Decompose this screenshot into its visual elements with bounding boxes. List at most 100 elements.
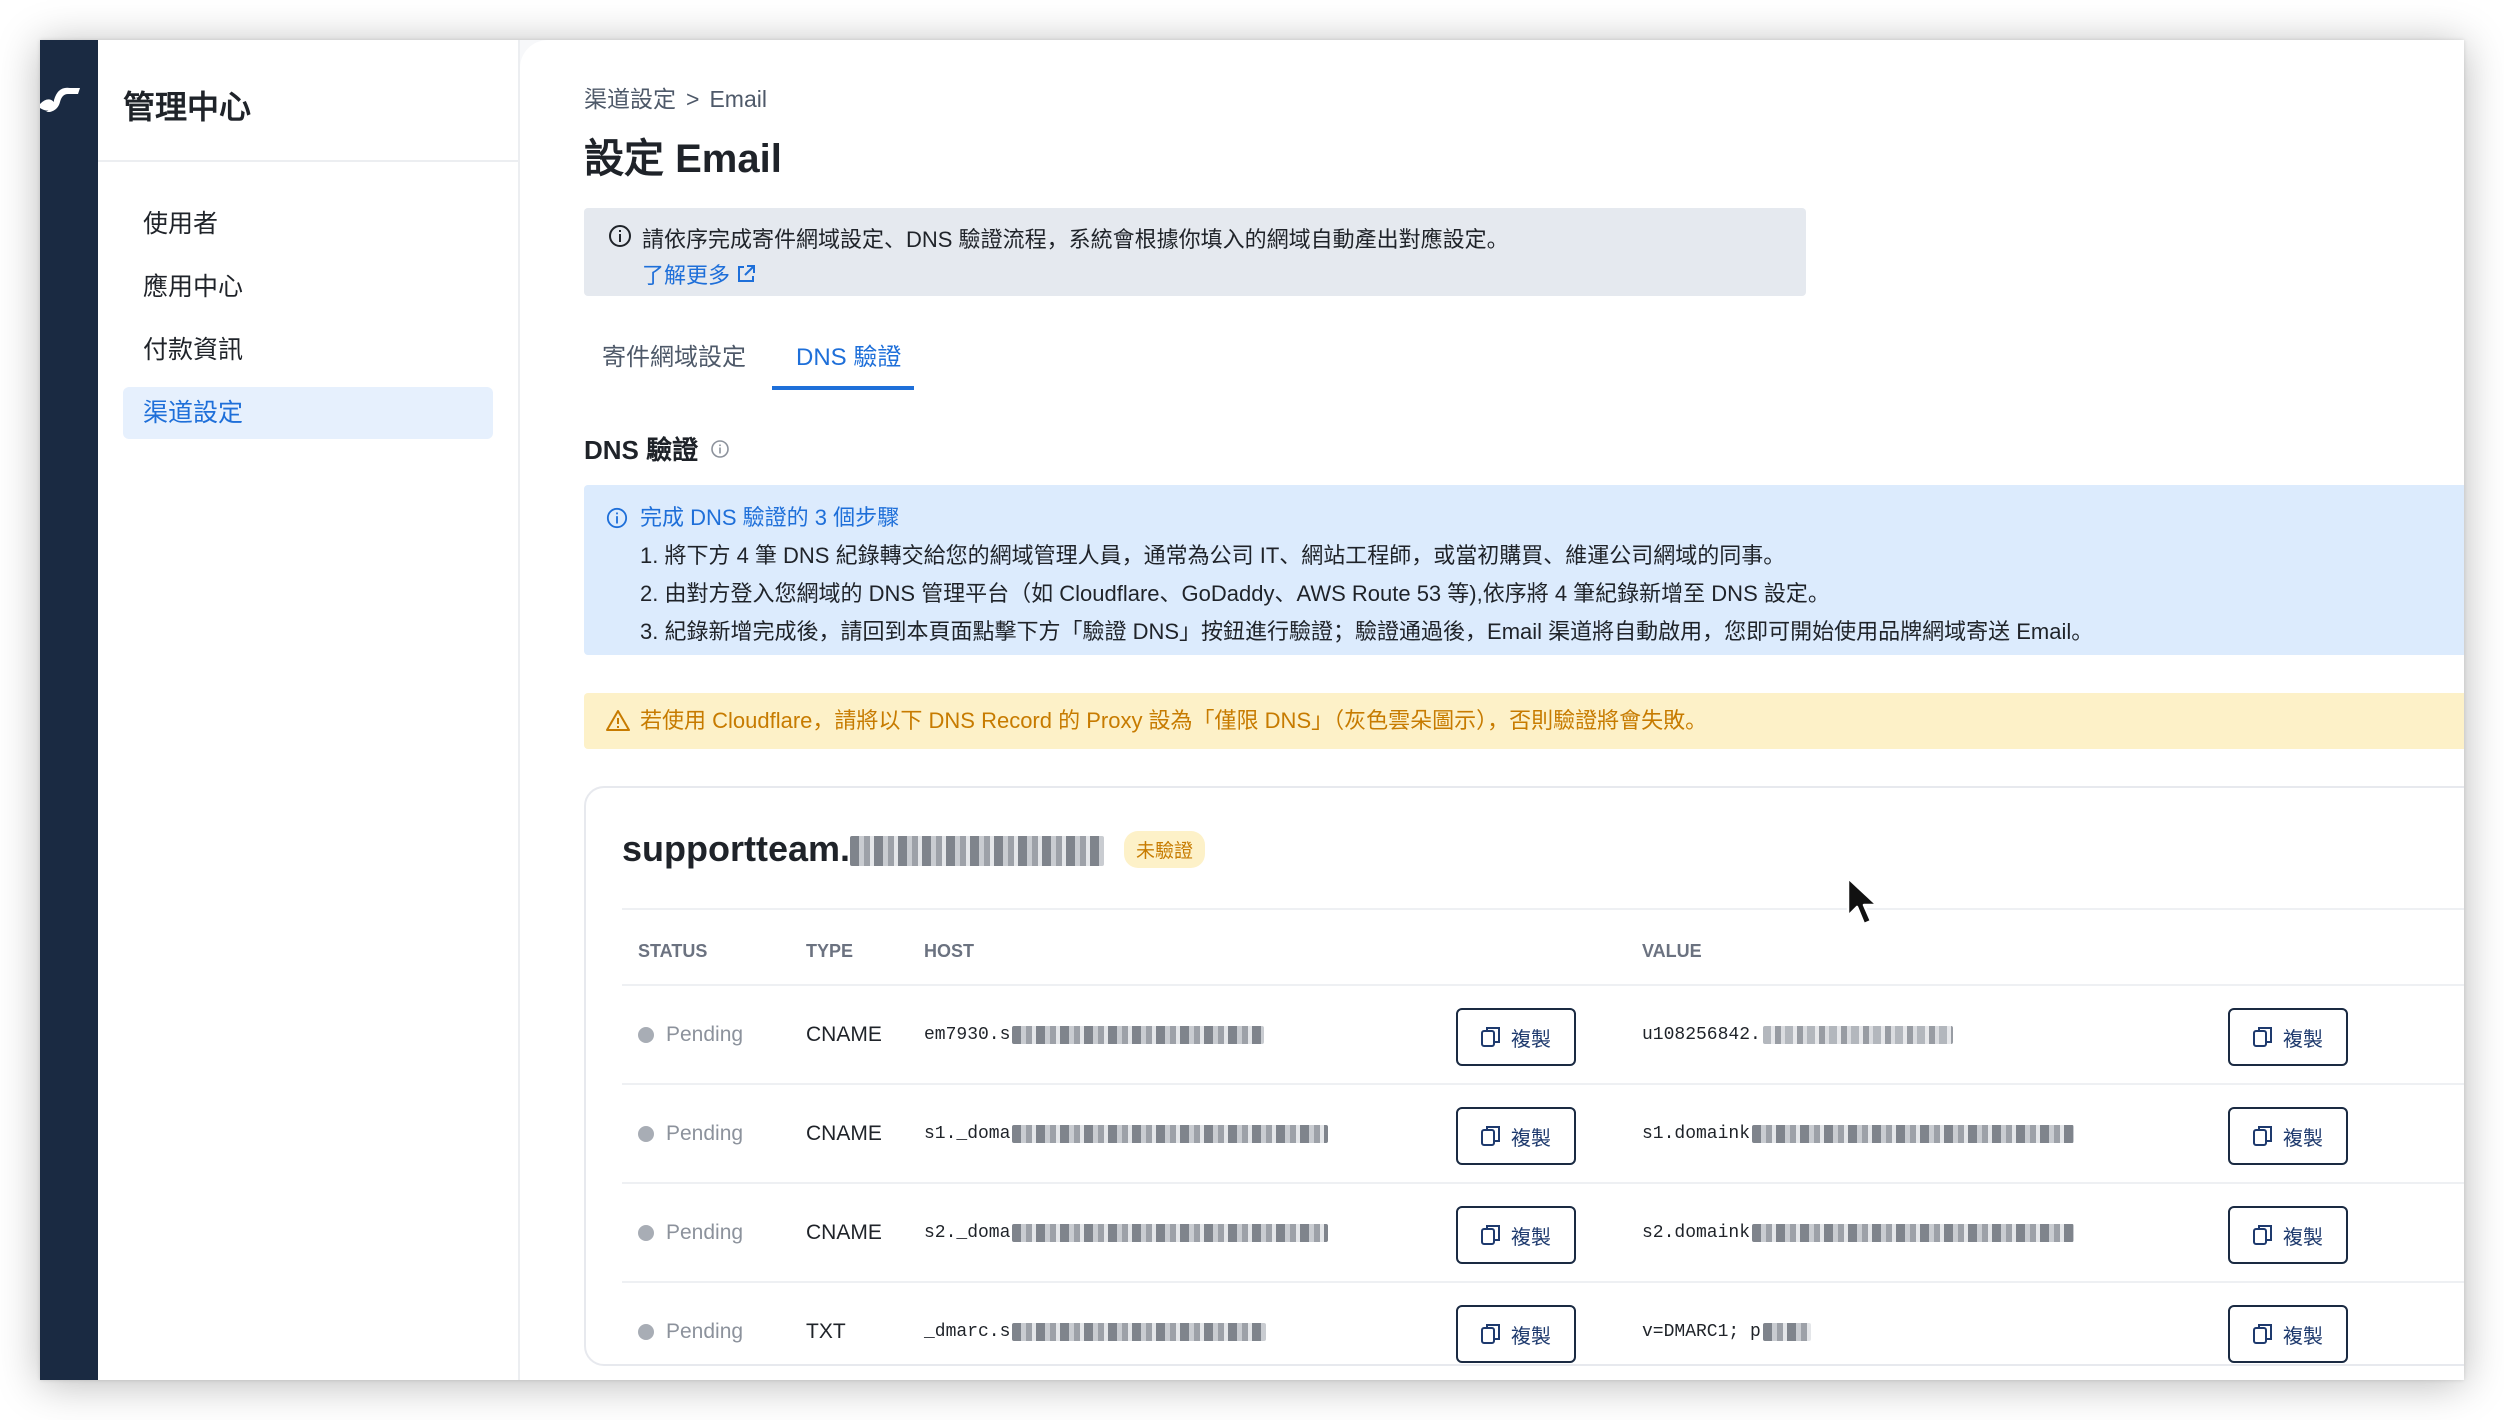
copy-icon: [1481, 1225, 1500, 1245]
copy-icon: [2253, 1324, 2272, 1344]
learn-more-link[interactable]: 了解更多: [642, 258, 756, 290]
mouse-cursor-icon: [1846, 876, 1879, 926]
domain-prefix: supportteam.: [622, 828, 851, 869]
host-cell: _dmarc.s: [924, 1283, 1267, 1380]
card-divider: [622, 908, 2464, 910]
copy-host-button[interactable]: 複製: [1456, 1008, 1576, 1066]
status-badge: 未驗證: [1124, 830, 1206, 868]
copy-value-button[interactable]: 複製: [2228, 1107, 2348, 1165]
section-title: DNS 驗證: [584, 430, 730, 467]
status-text: Pending: [666, 1220, 744, 1244]
table-row: Pending CNAME s1._doma 複製 s1.domaink 複製: [622, 1085, 2464, 1184]
sidebar-item-app-center[interactable]: 應用中心: [123, 261, 493, 313]
status-cell: Pending: [638, 1085, 743, 1182]
copy-label: 複製: [2283, 1028, 2323, 1051]
copy-icon: [2253, 1225, 2272, 1245]
copy-value-button[interactable]: 複製: [2228, 1206, 2348, 1264]
copy-host-button[interactable]: 複製: [1456, 1305, 1576, 1363]
type-cell: CNAME: [806, 1121, 882, 1145]
column-host: HOST: [924, 940, 975, 961]
sidebar-item-users[interactable]: 使用者: [123, 198, 493, 250]
info-banner: 請依序完成寄件網域設定、DNS 驗證流程，系統會根據你填入的網域自動產出對應設定…: [584, 208, 1806, 296]
redacted-host: [1012, 1322, 1267, 1341]
tab-bar: 寄件網域設定 DNS 驗證: [584, 336, 984, 396]
copy-label: 複製: [1511, 1028, 1551, 1051]
redacted-value: [1762, 1025, 1953, 1044]
redacted-host: [1012, 1025, 1265, 1044]
pending-dot-icon: [638, 1125, 654, 1142]
copy-icon: [2253, 1027, 2272, 1047]
value-text: u108256842.: [1642, 1024, 1761, 1045]
table-row: Pending CNAME s2._doma 複製 s2.domaink 複製: [622, 1184, 2464, 1283]
info-icon: [609, 225, 631, 247]
help-icon[interactable]: [710, 439, 730, 459]
info-banner-text: 請依序完成寄件網域設定、DNS 驗證流程，系統會根據你填入的網域自動產出對應設定…: [642, 227, 1509, 252]
value-cell: s1.domaink: [1642, 1085, 2075, 1182]
status-text: Pending: [666, 1022, 744, 1046]
status-cell: Pending: [638, 986, 743, 1083]
copy-icon: [1481, 1324, 1500, 1344]
value-text: s2.domaink: [1642, 1222, 1751, 1243]
host-text: em7930.s: [924, 1024, 1011, 1045]
active-tab-indicator: [772, 386, 914, 390]
table-row: Pending CNAME em7930.s 複製 u108256842. 複製: [622, 986, 2464, 1085]
sidebar-item-channel-settings[interactable]: 渠道設定: [123, 387, 493, 439]
info-icon: [606, 507, 628, 529]
value-cell: s2.domaink: [1642, 1184, 2075, 1281]
section-title-text: DNS 驗證: [584, 435, 699, 465]
main-content: 渠道設定 > Email 設定 Email 請依序完成寄件網域設定、DNS 驗證流程…: [520, 40, 2464, 1380]
status-text: Pending: [666, 1121, 744, 1145]
tab-sender-domain[interactable]: 寄件網域設定: [602, 336, 746, 392]
status-text: Pending: [666, 1319, 744, 1343]
copy-value-button[interactable]: 複製: [2228, 1008, 2348, 1066]
status-cell: Pending: [638, 1283, 743, 1380]
page-title: 設定 Email: [584, 137, 782, 181]
breadcrumb-current: Email: [709, 86, 767, 112]
redacted-value: [1762, 1322, 1811, 1341]
tab-dns-verification[interactable]: DNS 驗證: [796, 336, 901, 392]
copy-value-button[interactable]: 複製: [2228, 1305, 2348, 1363]
copy-label: 複製: [2283, 1127, 2323, 1150]
value-cell: u108256842.: [1642, 986, 1953, 1083]
sidebar-title: 管理中心: [123, 89, 252, 125]
copy-icon: [1481, 1126, 1500, 1146]
sidebar-item-billing[interactable]: 付款資訊: [123, 324, 493, 376]
copy-icon: [1481, 1027, 1500, 1047]
host-cell: s1._doma: [924, 1085, 1329, 1182]
sidebar-nav: 使用者 應用中心 付款資訊 渠道設定: [123, 198, 493, 450]
redacted-host: [1012, 1124, 1329, 1143]
learn-more-label: 了解更多: [642, 263, 731, 288]
cloudflare-warning: 若使用 Cloudflare，請將以下 DNS Record 的 Proxy 設…: [584, 693, 2464, 749]
sidebar-divider: [98, 160, 518, 162]
redacted-value: [1752, 1223, 2075, 1242]
value-cell: v=DMARC1; p: [1642, 1283, 1811, 1380]
domain-header: supportteam. 未驗證: [622, 828, 1206, 870]
pending-dot-icon: [638, 1224, 654, 1241]
column-value: VALUE: [1642, 940, 1702, 961]
copy-host-button[interactable]: 複製: [1456, 1107, 1576, 1165]
domain-name: supportteam.: [622, 828, 1105, 870]
host-cell: em7930.s: [924, 986, 1265, 1083]
column-type: TYPE: [806, 940, 854, 961]
dns-steps-panel: 完成 DNS 驗證的 3 個步驟 1. 將下方 4 筆 DNS 紀錄轉交給您的網…: [584, 485, 2464, 655]
brand-logo-icon[interactable]: [40, 78, 82, 116]
warning-icon: [606, 710, 630, 731]
copy-label: 複製: [2283, 1325, 2323, 1348]
dns-records-table: STATUS TYPE HOST VALUE Pending CNAME em7…: [622, 918, 2464, 1380]
host-text: s1._doma: [924, 1123, 1011, 1144]
breadcrumb: 渠道設定 > Email: [584, 80, 767, 114]
copy-host-button[interactable]: 複製: [1456, 1206, 1576, 1264]
step-item: 2. 由對方登入您網域的 DNS 管理平台（如 Cloudflare、GoDad…: [640, 581, 1830, 606]
pending-dot-icon: [638, 1026, 654, 1043]
step-item: 1. 將下方 4 筆 DNS 紀錄轉交給您的網域管理人員，通常為公司 IT、網站…: [640, 543, 1786, 568]
host-text: s2._doma: [924, 1222, 1011, 1243]
value-text: s1.domaink: [1642, 1123, 1751, 1144]
pending-dot-icon: [638, 1323, 654, 1340]
table-row: Pending TXT _dmarc.s 複製 v=DMARC1; p 複製: [622, 1283, 2464, 1380]
redacted-domain: [850, 836, 1105, 867]
table-header: STATUS TYPE HOST VALUE: [622, 918, 2464, 986]
redacted-value: [1752, 1124, 2075, 1143]
app-rail: [40, 40, 98, 1380]
copy-label: 複製: [1511, 1127, 1551, 1150]
breadcrumb-parent[interactable]: 渠道設定: [584, 86, 676, 112]
